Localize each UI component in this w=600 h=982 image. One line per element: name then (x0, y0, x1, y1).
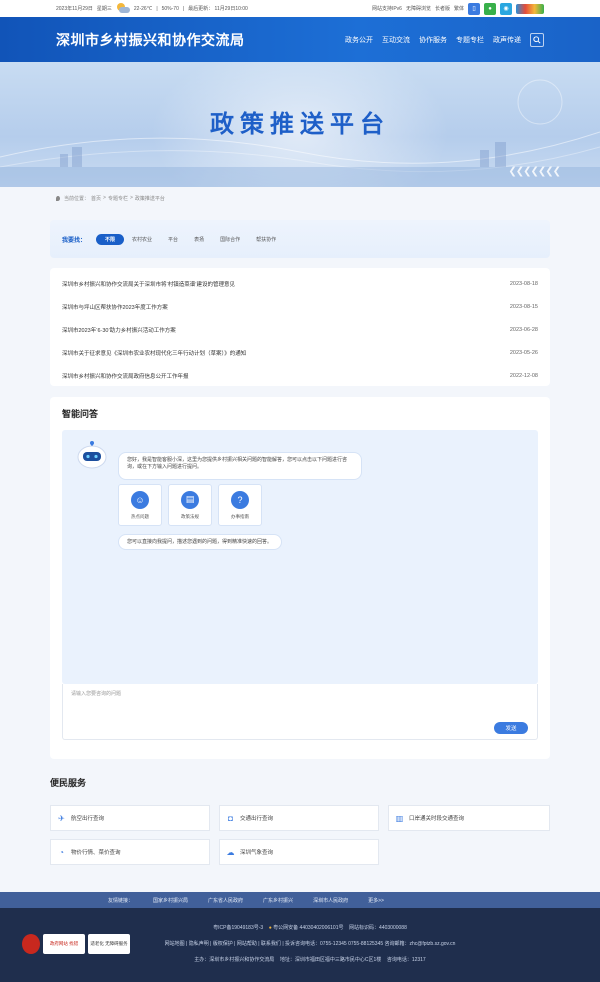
bus-icon: ◘ (228, 813, 233, 823)
friend-link[interactable]: 广东乡村振兴 (263, 897, 293, 904)
filter-option-agriculture[interactable]: 农村农业 (124, 236, 160, 243)
police-icon: ● (268, 925, 272, 931)
gov-site-error-badge[interactable]: 政府网站 找错 (43, 934, 85, 954)
services-heading: 便民服务 (50, 778, 87, 788)
list-item[interactable]: 深圳市与坪山区帮扶协作2023年度工作方案 2023-08-15 (62, 295, 538, 318)
robot-avatar-icon (77, 441, 107, 469)
elder-mode-link[interactable]: 长者版 (435, 5, 450, 12)
list-item[interactable]: 深圳市乡村振兴和协作交流局关于深圳市将‘村镇造菜谱’建设的管理意见 2023-08… (62, 272, 538, 295)
breadcrumb-topics[interactable]: 专题专栏 (108, 195, 128, 202)
document-icon: ▤ (181, 490, 199, 509)
weather-icon (116, 3, 130, 14)
weather-icon: ☁ (226, 847, 235, 857)
banner-title: 政策推送平台 (210, 110, 390, 138)
hero-banner: 政策推送平台 ❮❮❮❮❮❮❮ (0, 62, 600, 187)
service-weather[interactable]: ☁ 深圳气象查询 (219, 839, 379, 865)
price-icon: ◔ (59, 847, 64, 857)
temperature-text: 22-26℃ (133, 5, 153, 12)
wechat-icon[interactable]: ● (484, 2, 496, 15)
friend-link-more[interactable]: 更多>> (368, 897, 384, 904)
input-placeholder: 请输入您要咨询的问题 (71, 691, 122, 697)
filter-option-all[interactable]: 不限 (96, 233, 125, 245)
smart-qa-panel: 智能问答 您好，我是智能客服小深，这里为您提供乡村振兴相关问题的智能解答，您可以… (50, 397, 550, 759)
service-prices[interactable]: ◔ 物价行情、菜价查询 (50, 839, 210, 865)
site-header: 深圳市乡村振兴和协作交流局 政务公开 互动交流 协作服务 专题专栏 政声传递 (0, 17, 600, 62)
breadcrumb: 当前位置： 首页 > 专题专栏 > 政策推送平台 (0, 187, 600, 209)
quick-topics: ☺ 热点问题 ▤ 政策法规 ? 办事指南 (118, 484, 262, 526)
location-pin-icon (56, 195, 60, 201)
filter-label: 我要找： (62, 237, 87, 244)
accessibility-badge[interactable]: 适老化 无障碍服务 (88, 934, 130, 954)
nav-item-gov-open[interactable]: 政务公开 (345, 35, 373, 45)
filter-option-international[interactable]: 国际合作 (212, 236, 248, 243)
main-nav: 政务公开 互动交流 协作服务 专题专栏 政声传递 (345, 32, 544, 47)
list-item[interactable]: 深圳市关于征求意见《深圳市农业农村现代化三年行动计划（草案）》的通知 2023-0… (62, 342, 538, 365)
weibo-icon[interactable]: ◉ (500, 2, 512, 15)
tile-guide[interactable]: ? 办事指南 (218, 484, 262, 526)
friend-links: 友情链接： 国家乡村振兴局 广东省人民政府 广东乡村振兴 深圳市人民政府 更多>… (0, 892, 600, 908)
humidity-text: 50%-70 (161, 5, 179, 12)
mobile-icon[interactable]: ▯ (468, 2, 480, 15)
qa-heading: 智能问答 (62, 409, 99, 419)
tile-policies[interactable]: ▤ 政策法规 (168, 484, 212, 526)
site-title[interactable]: 深圳市乡村振兴和协作交流局 (56, 30, 245, 50)
nav-item-voice[interactable]: 政声传递 (493, 35, 521, 45)
filter-option-praise[interactable]: 表扬 (186, 236, 212, 243)
breadcrumb-home[interactable]: 首页 (91, 195, 101, 202)
nav-item-interaction[interactable]: 互动交流 (382, 35, 410, 45)
smile-icon: ☺ (131, 490, 149, 509)
service-port[interactable]: ▥ 口岸通关时段交通查询 (388, 805, 550, 831)
nav-item-topics[interactable]: 专题专栏 (456, 35, 484, 45)
search-icon[interactable] (530, 32, 544, 47)
utility-bar: 2023年11月29日 星期三 22-26℃ | 50%-70 | 最后更新： … (0, 0, 600, 17)
footer-contact: 主办：深圳市乡村振兴和协作交流局 地址：深圳市福田区福中三路市民中心C区1楼 咨… (194, 957, 426, 963)
update-text: 最后更新： 11月29日10:00 (188, 6, 248, 12)
app-logo-icon[interactable] (516, 3, 544, 14)
date-text: 2023年11月29日 (56, 6, 93, 12)
nav-item-cooperation[interactable]: 协作服务 (419, 35, 447, 45)
ipv6-link[interactable]: 网站支持IPv6 (372, 5, 402, 12)
weekday-text: 星期三 (96, 6, 112, 12)
question-input[interactable]: 请输入您要咨询的问题 发送 (62, 684, 538, 740)
party-emblem-icon[interactable] (22, 934, 40, 954)
greeting-bubble: 您好，我是智能客服小深，这里为您提供乡村振兴相关问题的智能解答，您可以点击以下问… (118, 452, 362, 480)
chat-window: 您好，我是智能客服小深，这里为您提供乡村振兴相关问题的智能解答，您可以点击以下问… (62, 430, 538, 684)
question-icon: ? (231, 490, 249, 509)
filter-option-assistance[interactable]: 帮扶协作 (248, 236, 284, 243)
category-filter: 我要找： 不限 农村农业 平台 表扬 国际合作 帮扶协作 (50, 220, 550, 258)
service-flight[interactable]: ✈ 航空出行查询 (50, 805, 210, 831)
chevron-decoration-icon: ❮❮❮❮❮❮❮ (508, 166, 561, 177)
building-icon: ▥ (395, 813, 404, 823)
friend-link[interactable]: 国家乡村振兴局 (153, 897, 188, 904)
footer-registration: 粤ICP备19049183号-3 ● 粤公网安备 44030402006101号… (213, 925, 407, 931)
friend-link[interactable]: 广东省人民政府 (208, 897, 243, 904)
site-footer: 政府网站 找错 适老化 无障碍服务 粤ICP备19049183号-3 ● 粤公网… (0, 908, 600, 982)
friend-link[interactable]: 深圳市人民政府 (313, 897, 348, 904)
accessibility-link[interactable]: 无障碍浏览 (406, 5, 431, 12)
breadcrumb-current[interactable]: 政策推送平台 (135, 195, 165, 202)
footer-links[interactable]: 网站地图 | 隐私声明 | 版权保护 | 网站帮助 | 联系我们 | 投诉咨询电… (135, 940, 485, 947)
service-transit[interactable]: ◘ 交通出行查询 (219, 805, 379, 831)
hint-bubble: 您可以直接向我提问，描述您遇到的问题，得到精准快速的回答。 (118, 534, 282, 550)
filter-option-platform[interactable]: 平台 (160, 236, 186, 243)
traditional-link[interactable]: 繁体 (454, 5, 464, 12)
send-button[interactable]: 发送 (494, 722, 528, 734)
policy-list: 深圳市乡村振兴和协作交流局关于深圳市将‘村镇造菜谱’建设的管理意见 2023-08… (50, 268, 550, 386)
tile-hot-questions[interactable]: ☺ 热点问题 (118, 484, 162, 526)
list-item[interactable]: 深圳市2023年‘6·30’助力乡村振兴活动工作方案 2023-06-28 (62, 318, 538, 341)
list-item[interactable]: 深圳市乡村振兴和协作交流局政府信息公开工作年报 2022-12-08 (62, 365, 538, 388)
plane-icon: ✈ (58, 813, 65, 823)
